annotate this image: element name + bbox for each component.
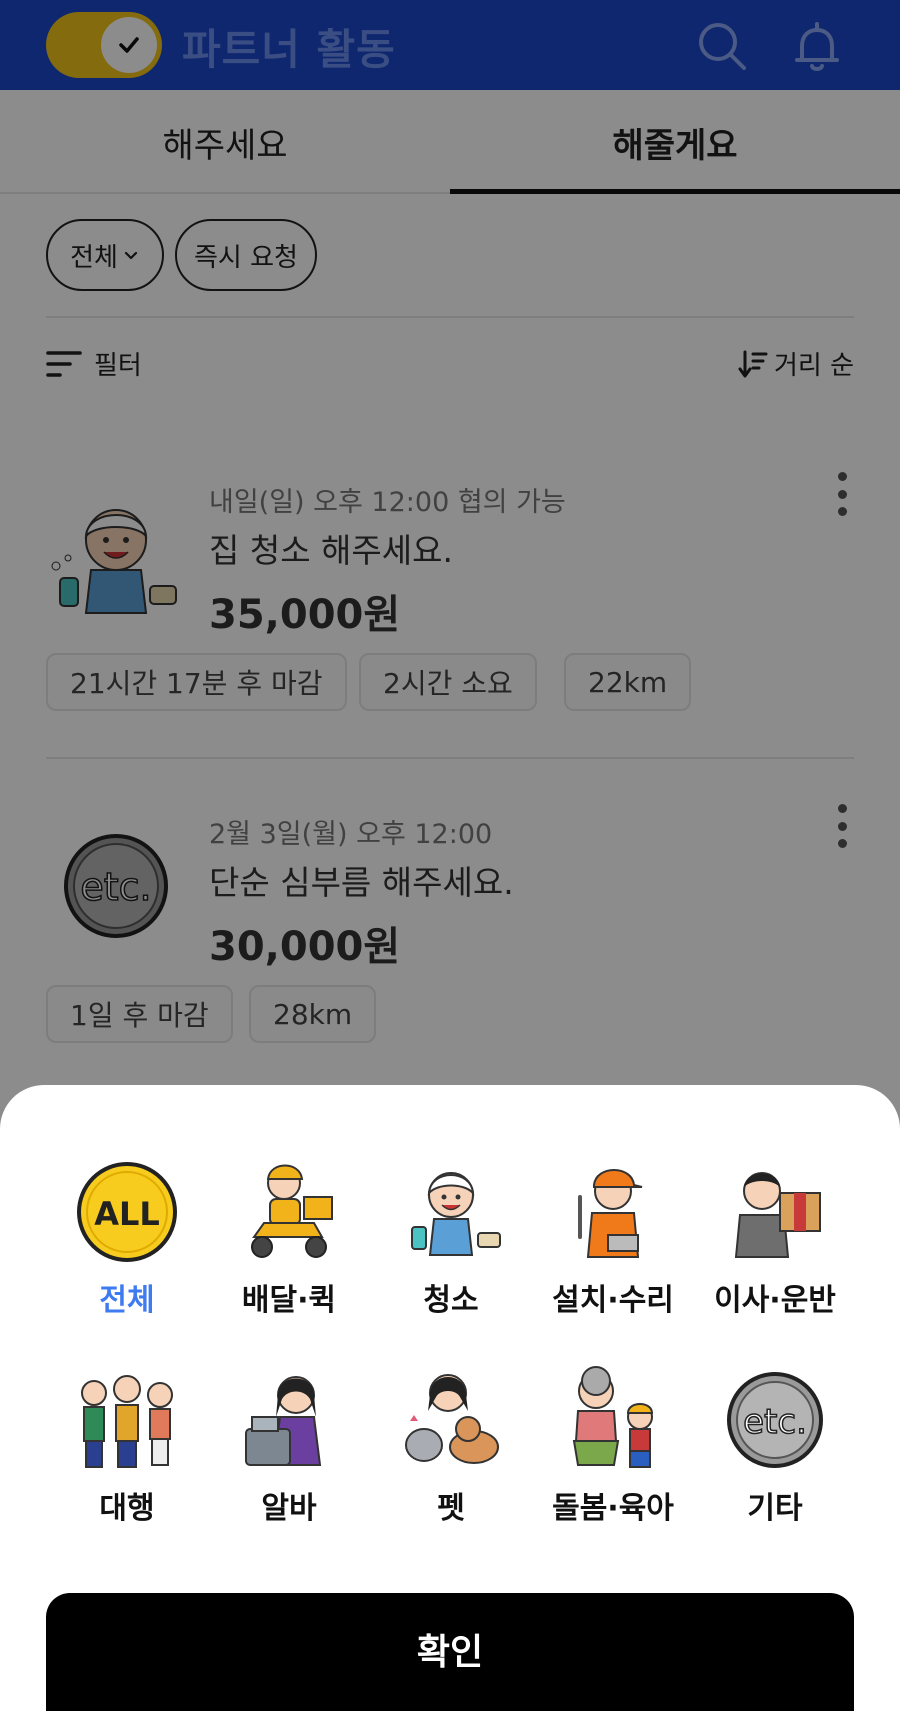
category-label: 대행 [99, 1491, 155, 1526]
category-delivery[interactable]: 배달·퀵 [208, 1157, 370, 1337]
category-errand[interactable]: 대행 [46, 1365, 208, 1545]
category-label: 이사·운반 [714, 1283, 836, 1318]
delivery-scooter-icon [251, 1164, 333, 1258]
errand-people-icon [81, 1375, 173, 1468]
etc-icon: etc. [727, 1372, 823, 1468]
part-time-cashier-icon [245, 1376, 322, 1466]
care-childcare-icon [572, 1366, 654, 1468]
category-label: 알바 [261, 1491, 317, 1526]
moving-box-icon [734, 1172, 821, 1258]
category-moving[interactable]: 이사·운반 [694, 1157, 856, 1337]
repair-worker-icon [578, 1169, 643, 1258]
svg-text:ALL: ALL [94, 1195, 160, 1233]
confirm-button[interactable]: 확인 [46, 1593, 854, 1711]
category-care[interactable]: 돌봄·육아 [532, 1365, 694, 1545]
category-cleaning[interactable]: 청소 [370, 1157, 532, 1337]
cleaning-icon [411, 1172, 501, 1256]
category-repair[interactable]: 설치·수리 [532, 1157, 694, 1337]
all-badge-icon: ALL [77, 1162, 177, 1262]
category-label: 청소 [423, 1283, 479, 1318]
category-label: 전체 [99, 1283, 155, 1318]
category-all[interactable]: ALL 전체 [46, 1157, 208, 1337]
svg-text:etc.: etc. [743, 1402, 807, 1442]
pet-icon [405, 1374, 499, 1464]
category-etc[interactable]: etc. 기타 [694, 1365, 856, 1545]
category-pet[interactable]: 펫 [370, 1365, 532, 1545]
category-part-time[interactable]: 알바 [208, 1365, 370, 1545]
category-label: 돌봄·육아 [552, 1491, 674, 1526]
category-label: 기타 [747, 1491, 803, 1526]
category-label: 배달·퀵 [241, 1283, 337, 1318]
category-label: 설치·수리 [552, 1283, 674, 1318]
category-label: 펫 [437, 1491, 465, 1526]
